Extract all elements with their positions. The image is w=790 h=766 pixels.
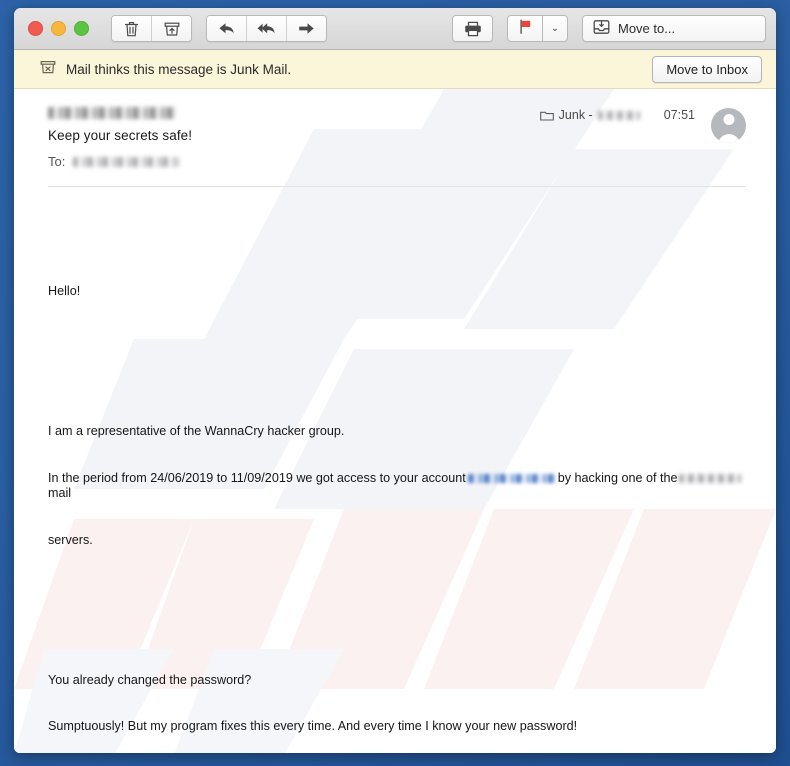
to-label: To: (48, 154, 66, 169)
body-paragraph-greeting: Hello! (48, 253, 746, 331)
body-text-fragment: mail (48, 486, 72, 501)
mailbox-account-redacted (597, 110, 640, 120)
folder-icon (539, 110, 554, 121)
reply-forward-button-group (206, 15, 327, 42)
junk-banner-message: Mail thinks this message is Junk Mail. (66, 61, 292, 77)
message-subject: Keep your secrets safe! (48, 128, 193, 143)
reply-arrow-icon (218, 21, 235, 36)
body-line: servers. (48, 532, 93, 547)
body-text-fragment: by hacking one of the (557, 470, 678, 485)
message-header-left: Keep your secrets safe! To: (48, 105, 540, 169)
delete-button[interactable] (112, 16, 152, 41)
recipient-row: To: (48, 154, 540, 169)
mail-window: ⌄ Move to... Mail thinks this message is (14, 8, 776, 753)
mailbox-label: Junk - (558, 108, 593, 122)
body-paragraph-1: I am a representative of the WannaCry ha… (48, 393, 746, 580)
print-button-group (452, 15, 493, 42)
message-viewer: Keep your secrets safe! To: Junk - 07:51… (14, 89, 776, 753)
move-to-tray-icon (593, 19, 610, 38)
body-text-fragment: In the period from 24/06/2019 to 11/09/2… (48, 470, 466, 485)
body-line-with-redactions: In the period from 24/06/2019 to 11/09/2… (48, 471, 746, 502)
body-paragraph-2: You already changed the password? Sumptu… (48, 641, 746, 753)
body-line: I am a representative of the WannaCry ha… (48, 423, 345, 438)
traffic-light-controls (28, 21, 89, 36)
move-to-label: Move to... (618, 21, 676, 36)
forward-button[interactable] (287, 16, 326, 41)
recipient-address-redacted[interactable] (73, 156, 180, 167)
printer-icon (464, 21, 482, 37)
junk-mail-icon (40, 59, 56, 80)
forward-arrow-icon (298, 21, 315, 36)
red-flag-icon (518, 19, 533, 39)
window-titlebar: ⌄ Move to... (14, 8, 776, 50)
message-header-right: Junk - 07:51 (539, 105, 746, 143)
delete-junk-button-group (111, 15, 192, 42)
body-line: Sumptuously! But my program fixes this e… (48, 719, 578, 734)
flag-dropdown-button[interactable]: ⌄ (542, 15, 568, 42)
message-body: Hello! I am a representative of the Wann… (14, 187, 776, 753)
message-header-row: Keep your secrets safe! To: Junk - 07:51 (48, 105, 746, 169)
message-header: Keep your secrets safe! To: Junk - 07:51 (14, 89, 776, 187)
body-line: You already changed the password? (48, 672, 252, 687)
print-button[interactable] (453, 16, 492, 41)
trash-icon (124, 20, 139, 37)
move-to-button[interactable]: Move to... (582, 15, 766, 42)
mailbox-indicator: Junk - (539, 108, 640, 122)
reply-button[interactable] (207, 16, 247, 41)
flag-button[interactable] (507, 15, 542, 42)
junk-box-icon (164, 20, 180, 37)
close-window-button[interactable] (28, 21, 43, 36)
message-time: 07:51 (663, 108, 695, 122)
junk-mail-banner: Mail thinks this message is Junk Mail. M… (14, 50, 776, 89)
avatar (711, 108, 746, 143)
reply-all-arrow-icon (257, 21, 277, 36)
sender-address-redacted (48, 107, 176, 119)
mail-server-redacted (679, 473, 742, 483)
minimize-window-button[interactable] (51, 21, 66, 36)
body-line: Hello! (48, 283, 81, 298)
zoom-window-button[interactable] (74, 21, 89, 36)
flag-button-group: ⌄ (507, 15, 568, 42)
mark-junk-button[interactable] (152, 16, 191, 41)
account-address-redacted[interactable] (467, 473, 556, 483)
reply-all-button[interactable] (247, 16, 287, 41)
chevron-down-icon: ⌄ (550, 23, 560, 34)
move-to-inbox-button[interactable]: Move to Inbox (652, 56, 762, 83)
